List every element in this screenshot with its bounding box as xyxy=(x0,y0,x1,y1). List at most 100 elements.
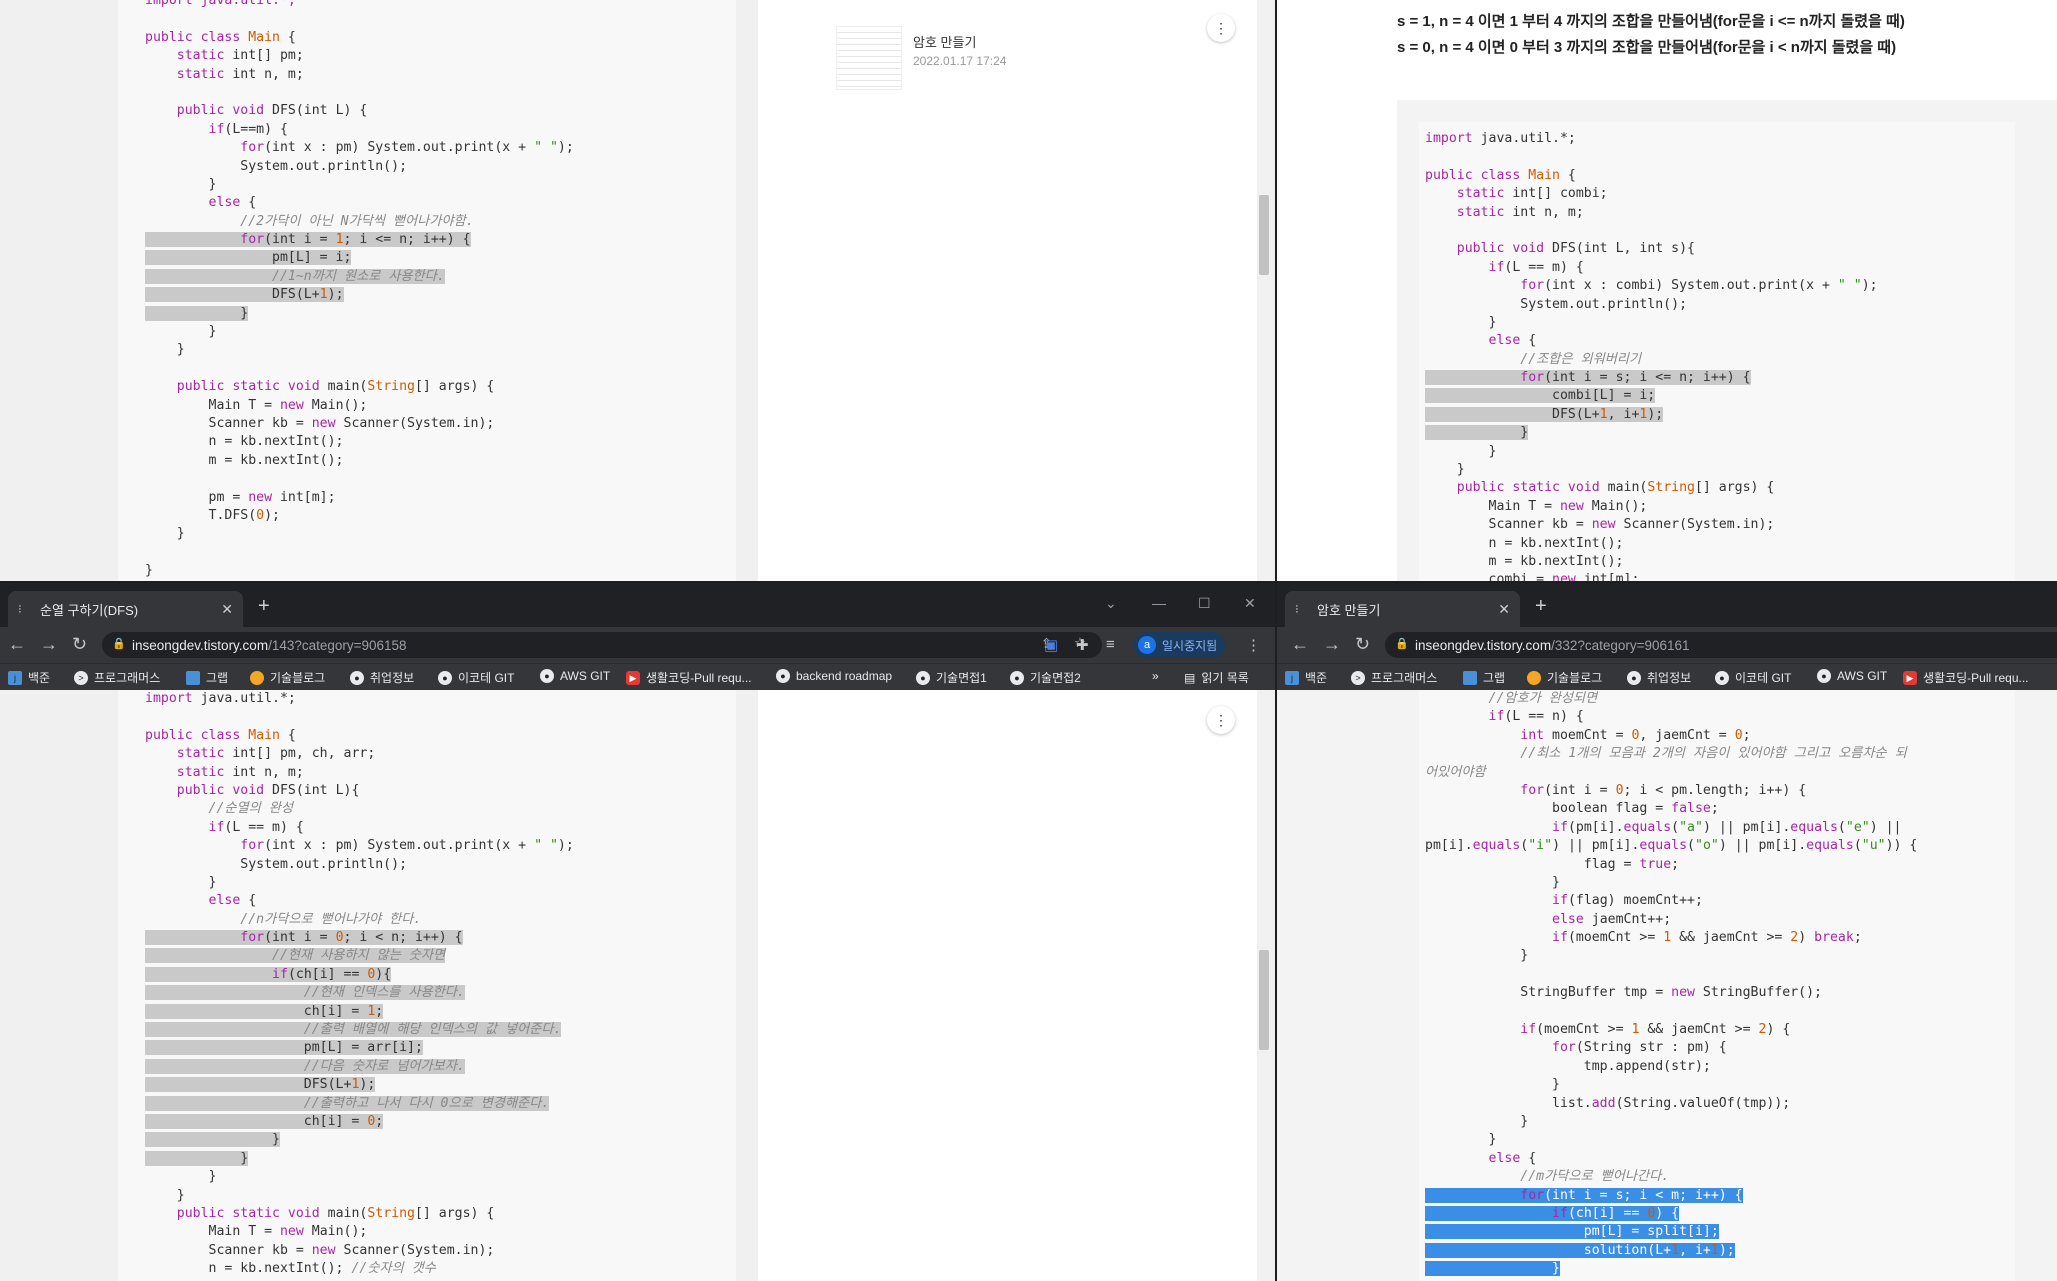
code-line: //출력하고 나서 다시 0으로 변경해준다. xyxy=(145,1095,574,1113)
code-token: //m가닥으로 뻗어나간다. xyxy=(1520,1169,1670,1185)
tab-close-icon[interactable]: ✕ xyxy=(221,601,233,618)
menu-kebab-icon[interactable]: ⋮ xyxy=(1246,636,1261,654)
code-line: //순열의 완성 xyxy=(145,800,574,818)
bookmark-job-info[interactable]: ● 취업정보 xyxy=(1627,669,1691,686)
code-token: Scanner(System.in); xyxy=(1615,517,1775,533)
bookmark-interview-2[interactable]: ● 기술면접2 xyxy=(1010,669,1081,686)
bookmark-job-info[interactable]: ● 취업정보 xyxy=(350,669,414,686)
bookmark-baekjoon[interactable]: j 백준 xyxy=(8,669,50,686)
reload-icon[interactable]: ↻ xyxy=(72,634,87,655)
code-line: pm[L] = arr[i]; xyxy=(145,1039,574,1057)
scrollbar[interactable] xyxy=(1257,0,1271,581)
reading-list[interactable]: ▤ 읽기 목록 xyxy=(1184,669,1249,686)
bookmark-aws-git[interactable]: ● AWS GIT xyxy=(1817,669,1887,683)
code-line: } xyxy=(1425,1076,1917,1094)
github-icon: ● xyxy=(540,669,554,683)
reading-mode-icon[interactable]: ≡ xyxy=(1106,636,1115,653)
code-token: } xyxy=(1425,462,1465,478)
extension-icon[interactable]: ▣ xyxy=(1044,636,1058,654)
tab-close-icon[interactable]: ✕ xyxy=(1498,601,1510,618)
code-token: } xyxy=(145,1187,185,1203)
code-token: if xyxy=(1520,1022,1537,1038)
code-token: (L == m) { xyxy=(1504,259,1584,275)
bookmark-grab[interactable]: 그랩 xyxy=(1463,669,1505,686)
menu-dots-icon[interactable]: ⋮ xyxy=(1207,14,1235,42)
bookmark-tech-blog[interactable]: 기술블로그 xyxy=(250,669,325,686)
code-token: , jaemCnt = xyxy=(1639,727,1735,743)
bookmark-programmers[interactable]: > 프로그래머스 xyxy=(1351,669,1437,686)
bookmark-aws-git[interactable]: ● AWS GIT xyxy=(540,669,610,683)
back-icon[interactable]: ← xyxy=(8,634,26,655)
url-path: /143?category=906158 xyxy=(268,637,407,653)
tab-search-icon[interactable]: ⌄ xyxy=(1105,595,1117,612)
new-tab-icon[interactable]: + xyxy=(1535,595,1547,618)
code-token: Scanner kb = xyxy=(145,1242,312,1258)
bookmark-baekjoon[interactable]: j 백준 xyxy=(1285,669,1327,686)
code-token: 0 xyxy=(335,930,344,946)
bookmark-programmers[interactable]: > 프로그래머스 xyxy=(74,669,160,686)
reading-list-icon: ▤ xyxy=(1184,670,1196,685)
bookmark-grab[interactable]: 그랩 xyxy=(186,669,228,686)
new-tab-icon[interactable]: + xyxy=(258,595,270,618)
code-token: ) || pm[i]. xyxy=(1718,838,1807,854)
bookmark-tech-blog[interactable]: 기술블로그 xyxy=(1527,669,1602,686)
code-token: } xyxy=(145,305,249,321)
code-token: "o" xyxy=(1695,838,1719,854)
code-token: //1~n까지 원소로 사용한다. xyxy=(272,268,445,284)
bookmark-label: 취업정보 xyxy=(1647,671,1692,685)
bookmark-coding-pr[interactable]: ▶ 생활코딩-Pull requ... xyxy=(1903,669,2029,686)
maximize-icon[interactable]: ☐ xyxy=(1198,595,1211,612)
code-token: { xyxy=(1520,1150,1537,1166)
url-field[interactable]: 🔒 inseongdev.tistory.com/143?category=90… xyxy=(102,632,1102,658)
code-token: int n, m; xyxy=(1504,204,1584,220)
tab-active[interactable]: ⁝ 암호 만들기 ✕ xyxy=(1285,591,1520,627)
bookmark-icote-git[interactable]: ● 이코테 GIT xyxy=(1715,669,1791,686)
related-post-title[interactable]: 암호 만들기 xyxy=(913,32,976,51)
scrollbar[interactable] xyxy=(1257,690,1271,1281)
extensions-puzzle-icon[interactable]: ✚ xyxy=(1076,636,1089,654)
related-post-date: 2022.01.17 17:24 xyxy=(913,54,1007,68)
close-window-icon[interactable]: ✕ xyxy=(1244,595,1256,612)
reload-icon[interactable]: ↻ xyxy=(1355,634,1370,655)
code-token: } xyxy=(145,1150,249,1166)
code-token: , i+ xyxy=(1607,406,1640,422)
bookmark-coding-pr[interactable]: ▶ 생활코딩-Pull requ... xyxy=(626,669,752,686)
profile-button[interactable]: a 일시중지됨 xyxy=(1134,632,1226,658)
code-line: if(ch[i] == 0){ xyxy=(145,966,574,984)
code-token: "e" xyxy=(1845,819,1870,835)
back-icon[interactable]: ← xyxy=(1291,634,1309,655)
forward-icon[interactable]: → xyxy=(1323,634,1341,655)
forward-icon[interactable]: → xyxy=(40,634,58,655)
bookmark-icote-git[interactable]: ● 이코테 GIT xyxy=(438,669,514,686)
code-line: static int n, m; xyxy=(1425,204,1878,222)
code-token: main( xyxy=(319,379,368,395)
bookmark-interview-1[interactable]: ● 기술면접1 xyxy=(916,669,987,686)
bookmark-backend-roadmap[interactable]: ● backend roadmap xyxy=(776,669,892,683)
code-token: (L==m) { xyxy=(224,121,288,137)
scrollbar-thumb[interactable] xyxy=(1259,950,1269,1050)
code-line: boolean flag = false; xyxy=(1425,800,1917,818)
code-token: int n, m; xyxy=(224,66,304,82)
code-token: DFS(L+ xyxy=(145,1077,352,1093)
url-field[interactable]: 🔒 inseongdev.tistory.com/332?category=90… xyxy=(1385,632,2057,658)
github-icon: ● xyxy=(776,669,790,683)
code-token: solution(L+ xyxy=(1425,1242,1672,1258)
menu-dots-icon[interactable]: ⋮ xyxy=(1207,706,1235,734)
tab-active[interactable]: ⁝ 순열 구하기(DFS) ✕ xyxy=(8,591,243,627)
scrollbar-thumb[interactable] xyxy=(1259,195,1269,275)
code-line: for(int x : combi) System.out.print(x + … xyxy=(1425,277,1877,295)
code-token: //암호가 완성되면 xyxy=(1488,691,1598,706)
code-line: } xyxy=(1425,443,1878,461)
code-token: Main xyxy=(248,727,280,743)
minimize-icon[interactable]: — xyxy=(1152,595,1166,611)
code-token: , i+ xyxy=(1679,1242,1711,1258)
bookmarks-overflow-icon[interactable]: » xyxy=(1152,669,1159,683)
code-line: //최소 1개의 모음과 2개의 자음이 있어야함 그리고 오름차순 되 xyxy=(1425,745,1917,763)
code-token: equals xyxy=(1623,819,1672,835)
code-token: Scanner(System.in); xyxy=(335,415,495,431)
related-post[interactable]: 암호 만들기 2022.01.17 17:24 xyxy=(836,18,1196,98)
